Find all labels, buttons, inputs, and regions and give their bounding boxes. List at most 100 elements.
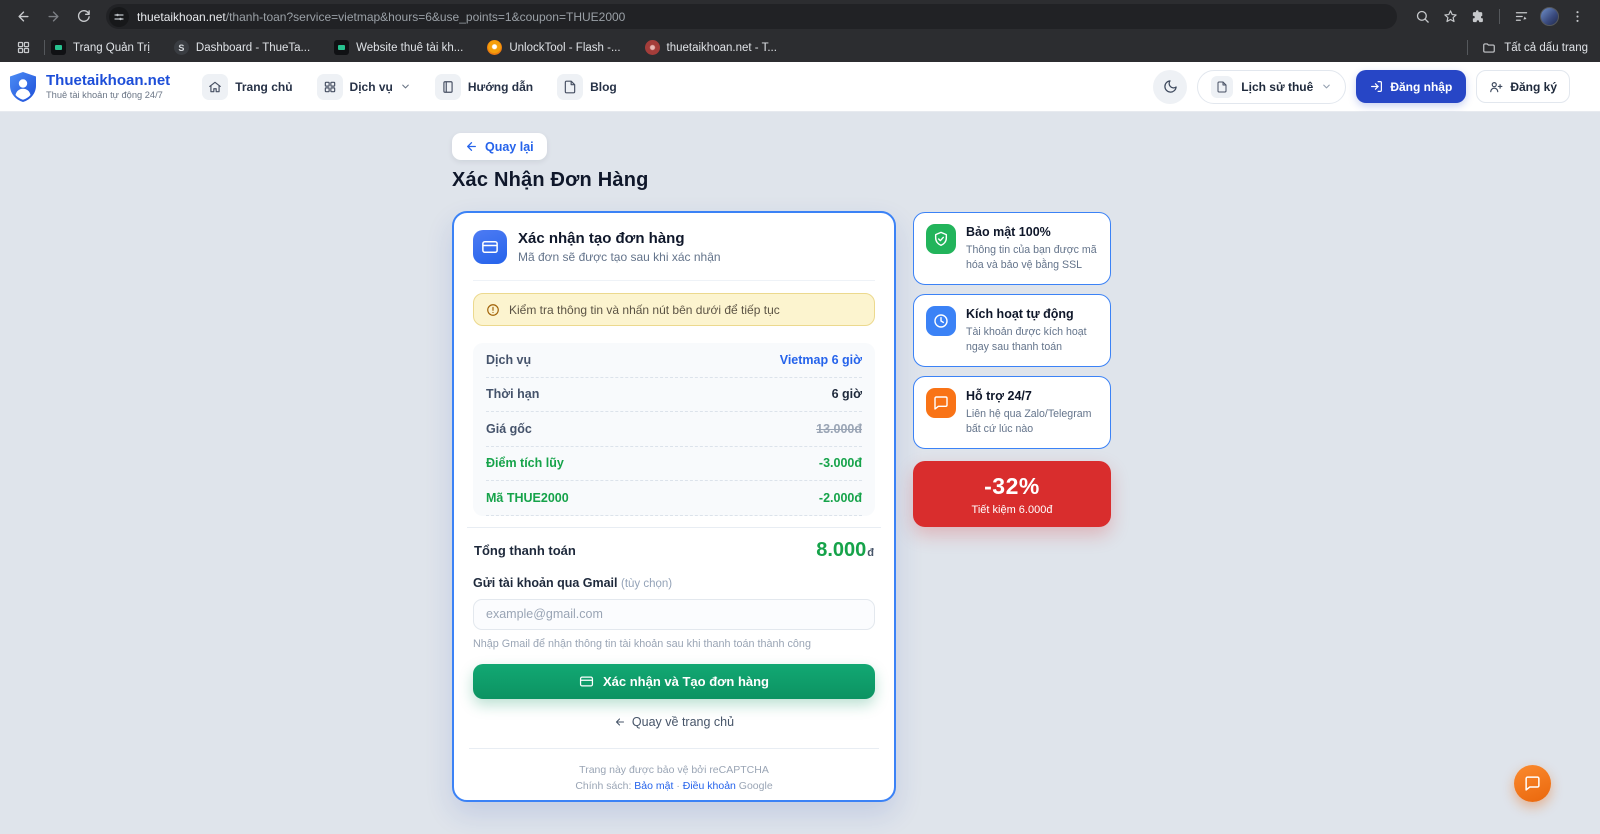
browser-reload-button[interactable] [70, 4, 96, 30]
bookmarks-right-divider [1467, 40, 1469, 55]
register-label: Đăng ký [1510, 79, 1557, 94]
clock-icon [926, 306, 956, 337]
login-icon [1371, 81, 1383, 92]
home-icon [202, 73, 229, 100]
zoom-icon[interactable] [1409, 4, 1435, 30]
back-home-label: Quay về trang chủ [631, 714, 735, 729]
privacy-link[interactable]: Bảo mật [634, 780, 673, 792]
brand-tagline: Thuê tài khoản tự động 24/7 [46, 90, 163, 101]
bookmark-label: UnlockTool - Flash -... [509, 41, 621, 54]
recaptcha-line: Trang này được bảo vệ bởi reCAPTCHA [579, 763, 769, 776]
footer-divider [469, 747, 879, 749]
summary-row-duration: Thời hạn 6 giờ [486, 378, 862, 412]
all-bookmarks-button[interactable]: Tất cả dấu trang [1461, 40, 1588, 55]
browser-menu-icon[interactable] [1564, 4, 1590, 30]
email-input[interactable] [473, 598, 875, 630]
recaptcha-note: Trang này được bảo vệ bởi reCAPTCHA Chín… [473, 762, 875, 795]
apps-grid-icon[interactable] [12, 37, 34, 59]
header-actions: Lịch sử thuê Đăng nhập Đăng ký [1153, 69, 1570, 104]
folder-icon [1483, 42, 1496, 53]
nav-item-guide[interactable]: Hướng dẫn [427, 69, 541, 105]
side-panel-icon[interactable] [1508, 4, 1534, 30]
confirm-order-button[interactable]: Xác nhận và Tạo đơn hàng [473, 663, 875, 699]
notice-banner: Kiểm tra thông tin và nhấn nút bên dưới … [473, 293, 875, 326]
chevron-down-icon [1323, 84, 1331, 89]
register-button[interactable]: Đăng ký [1476, 70, 1570, 103]
credit-card-icon [473, 230, 507, 264]
site-logo[interactable]: Thuetaikhoan.net Thuê tài khoản tự động … [8, 71, 170, 103]
benefit-desc: Thông tin của bạn được mã hóa và bảo vệ … [966, 244, 1097, 272]
history-button[interactable]: Lịch sử thuê [1197, 69, 1347, 104]
address-bar[interactable]: thuetaikhoan.net/thanh-toan?service=viet… [106, 4, 1397, 29]
card-title: Xác nhận tạo đơn hàng [518, 230, 685, 247]
book-icon [434, 73, 461, 100]
site-header: Thuetaikhoan.net Thuê tài khoản tự động … [0, 62, 1600, 112]
bookmark-item[interactable]: UnlockTool - Flash -... [487, 40, 621, 55]
card-header: Xác nhận tạo đơn hàng Mã đơn sẽ được tạo… [473, 230, 875, 281]
browser-forward-button[interactable] [40, 4, 66, 30]
bookmark-item[interactable]: Website thuê tài kh... [334, 40, 463, 55]
bookmark-label: Dashboard - ThueTa... [195, 41, 311, 54]
bookmark-star-icon[interactable] [1437, 4, 1463, 30]
site-settings-icon[interactable] [109, 6, 129, 27]
discount-note: Tiết kiệm 6.000đ [971, 503, 1053, 516]
card-subtitle: Mã đơn sẽ được tạo sau khi xác nhận [518, 250, 721, 264]
profile-avatar[interactable] [1536, 4, 1562, 30]
brand-name: Thuetaikhoan.net [46, 71, 171, 89]
back-home-link[interactable]: Quay về trang chủ [473, 715, 875, 729]
browser-back-button[interactable] [10, 4, 36, 30]
total-label: Tổng thanh toán [474, 542, 576, 558]
bookmark-favicon [487, 40, 503, 55]
all-bookmarks-label: Tất cả dấu trang [1504, 41, 1588, 54]
row-label: Giá gốc [486, 421, 532, 436]
order-summary-table: Dịch vụ Vietmap 6 giờ Thời hạn 6 giờ Giá… [473, 343, 875, 516]
benefit-desc: Tài khoản được kích hoạt ngay sau thanh … [966, 326, 1087, 354]
bookmark-favicon [644, 40, 660, 55]
arrow-left-icon [615, 717, 624, 726]
row-value: Vietmap 6 giờ [779, 352, 862, 367]
bookmarks-divider [44, 40, 45, 55]
shield-logo-icon [10, 71, 36, 102]
row-label: Thời hạn [486, 387, 540, 402]
avatar [1539, 7, 1559, 26]
row-value: -2.000đ [818, 490, 862, 505]
bookmark-item[interactable]: S Dashboard - ThueTa... [173, 40, 311, 55]
back-button[interactable]: Quay lại [452, 133, 547, 160]
benefit-title: Hỗ trợ 24/7 [966, 389, 1032, 404]
alert-circle-icon [487, 303, 499, 316]
nav-item-services[interactable]: Dịch vụ [309, 69, 419, 105]
bookmark-item[interactable]: Trang Quản Trị [51, 40, 150, 55]
browser-chrome: thuetaikhoan.net/thanh-toan?service=viet… [0, 0, 1600, 62]
login-button[interactable]: Đăng nhập [1356, 70, 1467, 103]
main-nav: Trang chủ Dịch vụ Hướng dẫn Blog [194, 69, 625, 105]
dark-mode-toggle[interactable] [1153, 69, 1188, 104]
terms-link[interactable]: Điều khoản [683, 780, 736, 792]
currency-unit: đ [867, 546, 874, 559]
extensions-icon[interactable] [1465, 4, 1491, 30]
row-label: Dịch vụ [486, 352, 532, 367]
row-label: Điểm tích lũy [486, 456, 564, 471]
summary-row-points: Điểm tích lũy -3.000đ [486, 447, 862, 481]
browser-toolbar: thuetaikhoan.net/thanh-toan?service=viet… [0, 0, 1600, 33]
page-content: Quay lại Xác Nhận Đơn Hàng Xác nhận tạo … [0, 112, 1600, 834]
toolbar-divider [1499, 9, 1500, 24]
bookmark-label: thuetaikhoan.net - T... [666, 41, 777, 54]
nav-item-home[interactable]: Trang chủ [194, 69, 300, 105]
nav-label: Trang chủ [235, 79, 293, 94]
total-value: 8.000đ [816, 538, 874, 561]
user-plus-icon [1490, 81, 1503, 92]
url-domain: thuetaikhoan.net [137, 9, 226, 24]
row-value: 13.000đ [816, 421, 862, 436]
summary-row-original-price: Giá gốc 13.000đ [486, 412, 862, 447]
page-title: Xác Nhận Đơn Hàng [452, 169, 649, 191]
policy-line: Chính sách: Bảo mật · Điều khoản Google [575, 779, 773, 792]
back-button-label: Quay lại [485, 139, 534, 154]
bookmark-item[interactable]: thuetaikhoan.net - T... [644, 40, 777, 55]
bookmark-favicon [334, 40, 350, 55]
chat-fab-button[interactable] [1514, 765, 1551, 802]
chat-icon [926, 388, 956, 419]
login-label: Đăng nhập [1390, 79, 1453, 94]
nav-label: Dịch vụ [349, 79, 393, 94]
nav-label: Hướng dẫn [467, 79, 534, 94]
nav-item-blog[interactable]: Blog [549, 69, 625, 105]
